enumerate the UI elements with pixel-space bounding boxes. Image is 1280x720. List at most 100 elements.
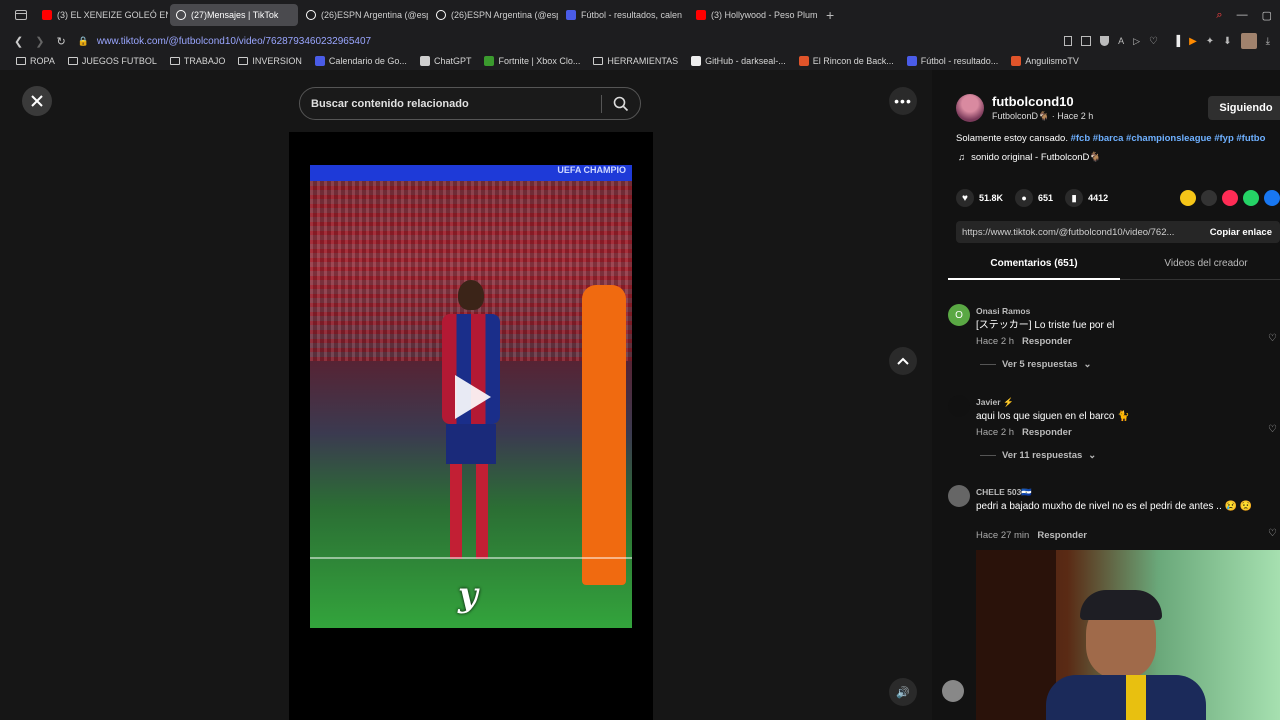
- tiktok-icon: [176, 10, 186, 20]
- url-field[interactable]: www.tiktok.com/@futbolcond10/video/76287…: [97, 36, 371, 47]
- view-replies-button[interactable]: Ver 5 respuestas ⌄: [980, 359, 1092, 370]
- comment-avatar[interactable]: [948, 395, 970, 417]
- play-icon[interactable]: ▷: [1133, 36, 1140, 47]
- reply-button[interactable]: Responder: [1037, 530, 1087, 541]
- reply-button[interactable]: Responder: [1022, 427, 1072, 438]
- bookmark-label: ROPA: [30, 56, 55, 66]
- forward-icon[interactable]: ❯: [35, 35, 44, 48]
- bookmark-item[interactable]: ChatGPT: [419, 56, 472, 66]
- follow-button[interactable]: Siguiendo: [1208, 96, 1280, 120]
- comment-avatar[interactable]: O: [948, 304, 970, 326]
- tab-label: (3) EL XENEIZE GOLEÓ EN: [57, 10, 168, 20]
- heart-icon[interactable]: ♡: [1268, 424, 1277, 435]
- bookmark-item[interactable]: GitHub - darkseal-...: [691, 56, 786, 66]
- reload-icon[interactable]: ↻: [56, 35, 65, 48]
- browser-tab[interactable]: (26)ESPN Argentina (@esp: [300, 4, 428, 26]
- comment-author[interactable]: Onasi Ramos: [976, 306, 1030, 316]
- tiktok-ext-icon[interactable]: ▐: [1173, 36, 1180, 47]
- bookmark-item[interactable]: Calendario de Go...: [314, 56, 407, 66]
- profile-avatar[interactable]: [1240, 33, 1257, 49]
- bookmark-item[interactable]: AngulismoTV: [1011, 56, 1079, 66]
- translate-icon[interactable]: A: [1118, 36, 1124, 46]
- minimize-icon[interactable]: —: [1237, 9, 1248, 22]
- search-box[interactable]: Buscar contenido relacionado: [299, 87, 641, 120]
- comment-text: pedri a bajado muxho de nivel no es el p…: [976, 501, 1253, 512]
- bookmark-item[interactable]: El Rincon de Back...: [798, 56, 894, 66]
- browser-tab[interactable]: Fútbol - resultados, calen: [560, 4, 688, 26]
- search-tabs-icon[interactable]: ⌕: [1216, 9, 1222, 22]
- like-icon[interactable]: ♥: [956, 189, 974, 207]
- creator-avatar[interactable]: [956, 94, 984, 122]
- lock-icon: 🔒: [77, 35, 89, 46]
- reply-button[interactable]: Responder: [1022, 336, 1072, 347]
- more-options-icon[interactable]: •••: [889, 87, 917, 115]
- heart-icon[interactable]: ♡: [1149, 36, 1158, 47]
- search-icon[interactable]: [613, 96, 629, 112]
- tab-label: (26)ESPN Argentina (@esp: [451, 10, 558, 20]
- chatgpt-icon: [419, 56, 430, 66]
- comment-author[interactable]: CHELE 503🇸🇻: [976, 487, 1032, 498]
- downloads-icon[interactable]: ⤓: [1266, 36, 1270, 47]
- share-icon[interactable]: [1201, 190, 1217, 206]
- bookmark-label: ChatGPT: [433, 56, 472, 66]
- post-hashtags[interactable]: #fcb #barca #championsleague #fyp #futbo: [1071, 133, 1266, 144]
- close-icon: [31, 95, 43, 107]
- bookmark-item[interactable]: INVERSION: [238, 56, 302, 66]
- extension-icon[interactable]: [1081, 36, 1092, 46]
- bookmark-item[interactable]: HERRAMIENTAS: [593, 56, 678, 66]
- tabs-menu-icon[interactable]: [8, 4, 34, 26]
- new-tab-button[interactable]: +: [826, 7, 834, 23]
- maximize-icon[interactable]: ▢: [1262, 9, 1272, 22]
- view-replies-button[interactable]: Ver 11 respuestas ⌄: [980, 450, 1096, 461]
- bookmark-label: AngulismoTV: [1025, 56, 1079, 66]
- back-icon[interactable]: ❮: [14, 35, 23, 48]
- share-icon[interactable]: [1180, 190, 1196, 206]
- tab-comments[interactable]: Comentarios (651): [948, 258, 1120, 269]
- volume-button[interactable]: 🔊: [889, 678, 917, 706]
- browser-tab[interactable]: (26)ESPN Argentina (@esp: [430, 4, 558, 26]
- bookmark-label: HERRAMIENTAS: [607, 56, 679, 66]
- player-figure: [438, 280, 502, 570]
- folder-icon: [238, 57, 249, 65]
- bookmark-item[interactable]: TRABAJO: [169, 56, 225, 66]
- play-icon[interactable]: [455, 375, 491, 419]
- creator-username[interactable]: futbolcond10: [992, 94, 1074, 109]
- bookmark-item[interactable]: Fútbol - resultado...: [906, 56, 998, 66]
- music-ext-icon[interactable]: ▶: [1189, 36, 1197, 47]
- comment-avatar[interactable]: [948, 485, 970, 507]
- save-icon[interactable]: ▮: [1065, 189, 1084, 207]
- share-icon[interactable]: [1222, 190, 1238, 206]
- video-player[interactable]: UEFA CHAMPIO y: [310, 165, 632, 628]
- tab-creator-videos[interactable]: Videos del creador: [1120, 258, 1280, 269]
- calendar-icon: [314, 56, 325, 66]
- close-button[interactable]: [22, 86, 52, 116]
- bookmark-item[interactable]: JUEGOS FUTBOL: [67, 56, 157, 66]
- calendar-icon: [906, 56, 917, 66]
- download-icon[interactable]: ⬇: [1223, 36, 1231, 47]
- share-icon[interactable]: [1264, 190, 1280, 206]
- heart-icon[interactable]: ♡: [1268, 333, 1277, 344]
- scroll-up-button[interactable]: [889, 347, 917, 375]
- link-text[interactable]: https://www.tiktok.com/@futbolcond10/vid…: [962, 227, 1194, 238]
- post-sound[interactable]: ♫ sonido original - FutbolconD🐐: [958, 152, 1101, 163]
- comment-icon[interactable]: ●: [1015, 189, 1034, 207]
- address-bar-row: ❮ ❯ ↻ 🔒 www.tiktok.com/@futbolcond10/vid…: [0, 30, 1280, 52]
- share-icon[interactable]: [1243, 190, 1259, 206]
- webcam-overlay: [976, 550, 1280, 720]
- heart-icon[interactable]: ♡: [1268, 528, 1277, 539]
- puzzle-icon[interactable]: ✦: [1206, 36, 1214, 47]
- search-input[interactable]: Buscar contenido relacionado: [311, 98, 469, 110]
- bookmark-icon[interactable]: [1064, 36, 1073, 46]
- browser-tab[interactable]: (27)Mensajes | TikTok: [170, 4, 298, 26]
- bookmark-item[interactable]: ROPA: [16, 56, 55, 66]
- post-panel: futbolcond10 FutbolconD🐐 · Hace 2 h Sigu…: [932, 70, 1280, 720]
- comment-author[interactable]: Javier ⚡: [976, 397, 1014, 408]
- browser-tab[interactable]: (3) Hollywood - Peso Plum: [690, 4, 818, 26]
- bookmark-item[interactable]: Fortnite | Xbox Clo...: [484, 56, 580, 66]
- video-caption: y: [458, 575, 478, 615]
- browser-tab[interactable]: (3) EL XENEIZE GOLEÓ EN: [36, 4, 168, 26]
- tiktok-page: Buscar contenido relacionado ••• UEFA CH…: [0, 70, 1280, 720]
- bookmark-label: Fortnite | Xbox Clo...: [498, 56, 581, 66]
- shield-icon[interactable]: [1100, 36, 1110, 46]
- copy-link-button[interactable]: Copiar enlace: [1210, 227, 1272, 238]
